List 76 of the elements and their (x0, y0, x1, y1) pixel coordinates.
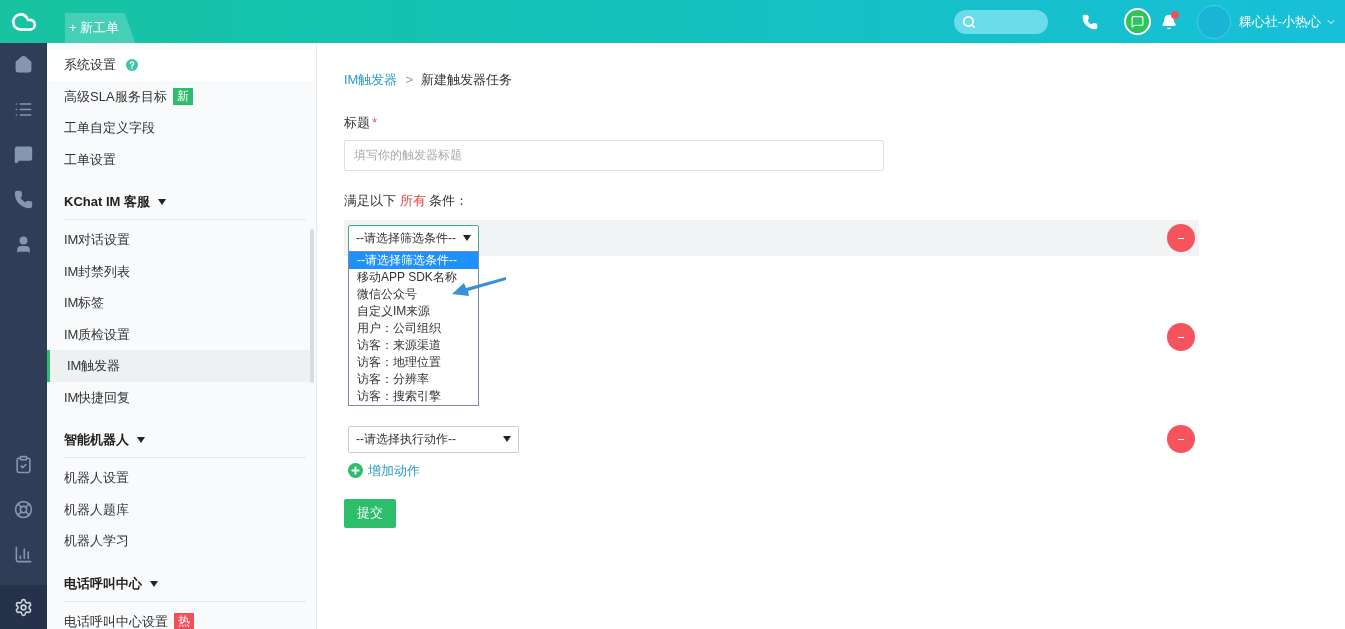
sidebar-item-label: IM快捷回复 (64, 388, 131, 407)
sidebar-item-label: IM标签 (64, 294, 105, 312)
dropdown-option[interactable]: 访客：搜索引擎 (349, 388, 449, 405)
scrollbar[interactable] (310, 229, 314, 383)
sidebar-item[interactable]: IM对话设置 (47, 224, 310, 256)
dropdown-option[interactable]: 移动APP SDK名称 (349, 269, 465, 286)
minus-icon (1178, 237, 1184, 239)
required-mark: * (372, 114, 378, 132)
sidebar-item-label: IM封禁列表 (64, 262, 131, 281)
caret-icon (157, 199, 166, 205)
section-title[interactable]: 智能机器人 (64, 430, 129, 450)
dropdown-option[interactable]: 自定义IM来源 (349, 303, 439, 320)
settings-icon[interactable] (14, 597, 33, 617)
item-badge: 热 (174, 612, 194, 629)
clipboard-check-icon[interactable] (14, 455, 33, 474)
sidebar-item-label: 工单设置 (64, 150, 116, 169)
section-title[interactable]: 电话呼叫中心 (64, 573, 142, 594)
bar-chart-icon[interactable] (14, 545, 33, 564)
sidebar-item[interactable]: 机器人设置 (47, 462, 310, 494)
sidebar-item-label: 电话呼叫中心设置 (64, 612, 168, 629)
remove-button[interactable] (1167, 323, 1195, 351)
sidebar-item[interactable]: IM快捷回复 (47, 381, 310, 413)
section-title[interactable]: KChat IM 客服 (64, 192, 150, 212)
bell-icon[interactable] (1160, 13, 1177, 30)
sidebar-item-label: IM触发器 (67, 357, 121, 375)
chat-icon (1130, 15, 1144, 28)
dropdown-option[interactable]: 微信公众号 (349, 286, 425, 303)
minus-icon (1178, 438, 1184, 440)
sidebar-item-label: 工单自定义字段 (64, 119, 155, 137)
sidebar-item[interactable]: 工单设置 (47, 143, 310, 175)
lifebuoy-icon[interactable] (14, 500, 33, 519)
sidebar-item[interactable]: 机器人学习 (47, 525, 310, 557)
help-icon[interactable] (126, 58, 138, 71)
breadcrumb-current: 新建触发器任务 (421, 71, 513, 90)
caret-icon (150, 580, 158, 587)
sidebar-item-label: 高级SLA服务目标 (64, 87, 167, 106)
sidebar-item[interactable]: 高级SLA服务目标 新 (47, 80, 310, 112)
minus-icon (1178, 336, 1184, 338)
remove-button[interactable] (1167, 425, 1195, 453)
caret-icon (463, 235, 471, 241)
search-icon (961, 14, 976, 29)
sidebar-item-label: IM对话设置 (64, 231, 131, 249)
conditions-label: 满足以下 所有 条件： (344, 192, 469, 208)
dropdown-option[interactable]: 访客：分辨率 (349, 371, 437, 388)
phone-icon[interactable] (14, 190, 33, 209)
sidebar-item-label: 机器人题库 (64, 500, 129, 519)
sidebar-item[interactable]: IM质检设置 (47, 318, 310, 350)
chat-icon[interactable] (14, 145, 33, 164)
breadcrumb-separator: > (405, 71, 414, 90)
action-select[interactable]: --请选择执行动作-- (348, 425, 519, 453)
sidebar-item[interactable]: 机器人题库 (47, 493, 310, 525)
chat-button[interactable] (1123, 8, 1151, 35)
remove-button[interactable] (1167, 224, 1195, 252)
sidebar-item[interactable]: IM标签 (47, 287, 310, 319)
sidebar-item-label: 机器人学习 (64, 532, 129, 550)
field-label: 标题 (344, 114, 370, 132)
list-icon[interactable] (14, 100, 33, 119)
sidebar-item-label: IM质检设置 (64, 325, 131, 344)
sidebar-item[interactable]: 电话呼叫中心设置 热 (47, 605, 310, 629)
home-icon[interactable] (14, 55, 33, 74)
condition-select[interactable]: --请选择筛选条件-- (348, 224, 479, 252)
search-field[interactable] (953, 9, 1048, 34)
caret-icon (137, 437, 145, 443)
dropdown-option[interactable]: 访客：来源渠道 (349, 337, 449, 354)
sidebar-item[interactable]: 工单自定义字段 (47, 112, 310, 144)
dropdown-option[interactable]: 访客：地理位置 (349, 354, 449, 371)
title-input[interactable]: 填写你的触发器标题 (344, 139, 884, 171)
user-icon[interactable] (14, 235, 33, 254)
caret-icon (503, 436, 511, 442)
dropdown-option[interactable]: 用户：公司组织 (349, 320, 449, 337)
sidebar-item[interactable]: IM封禁列表 (47, 255, 310, 287)
sidebar-item[interactable]: 系统设置 (47, 49, 316, 81)
sidebar-item[interactable]: IM触发器 (47, 350, 310, 382)
sidebar-item-label: 机器人设置 (64, 469, 129, 487)
item-badge: 新 (172, 87, 193, 105)
sidebar-item-label: 系统设置 (64, 56, 116, 74)
